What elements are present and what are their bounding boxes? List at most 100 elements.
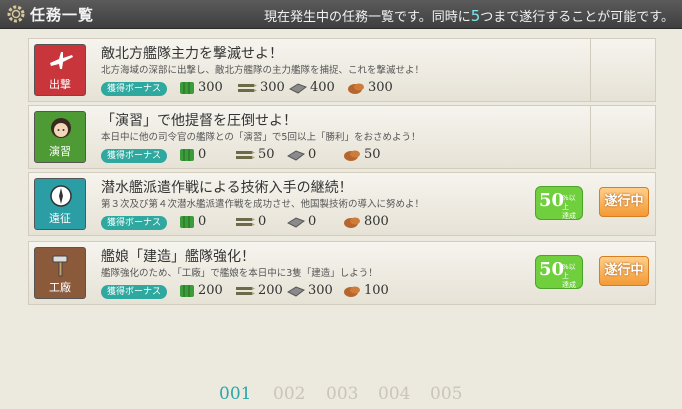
header-bar: 任務一覧 現在発生中の任務一覧です。同時に5つまで遂行することが可能です。	[0, 0, 682, 29]
quest-limit-note: 現在発生中の任務一覧です。同時に5つまで遂行することが可能です。	[264, 6, 674, 25]
ammo-value: 0	[258, 214, 267, 229]
quest-status-panel	[591, 173, 655, 235]
quest-description: 第３次及び第４次潜水艦派遣作戦を成功させ、他国製技術の導入に努めよ！	[101, 199, 425, 210]
steel-value: 0	[308, 147, 317, 162]
progress-caption-line2: 達成	[562, 281, 576, 289]
bauxite-reward: 50	[343, 147, 381, 162]
fuel-value: 200	[198, 283, 223, 298]
fuel-reward: 0	[179, 147, 206, 162]
hammer-icon	[52, 255, 68, 277]
progress-caption: %以上 達成	[562, 263, 582, 290]
category-exercise: 演習	[34, 111, 86, 163]
steel-reward: 0	[287, 147, 316, 162]
bauxite-icon	[344, 286, 360, 297]
quest-limit-count: 5	[470, 7, 481, 25]
steel-icon	[287, 216, 305, 228]
steel-icon	[289, 82, 307, 94]
progress-caption-line1: %以上	[562, 263, 576, 280]
progress-caption: %以上 達成	[562, 194, 582, 221]
category-arsenal: 工廠	[34, 247, 86, 299]
fuel-reward: 200	[179, 283, 223, 298]
ammo-reward: 200	[235, 283, 283, 298]
steel-reward: 0	[287, 214, 316, 229]
quest-title: 潜水艦派遣作戦による技術入手の継続！	[101, 180, 353, 196]
bauxite-value: 50	[364, 147, 381, 162]
ammo-reward: 50	[235, 147, 275, 162]
fuel-icon	[180, 284, 194, 297]
category-sortie: 出撃	[34, 44, 86, 96]
quest-status-panel	[591, 242, 655, 304]
plane-icon	[50, 52, 73, 69]
bauxite-value: 100	[364, 283, 389, 298]
page-title: 任務一覧	[30, 6, 95, 24]
steel-reward: 300	[287, 283, 333, 298]
fuel-value: 300	[198, 80, 223, 95]
bauxite-reward: 100	[343, 283, 389, 298]
bauxite-reward: 300	[347, 80, 393, 95]
compass-icon	[50, 185, 72, 207]
steel-reward: 400	[289, 80, 335, 95]
bauxite-reward: 800	[343, 214, 389, 229]
quest-status-panel	[590, 106, 655, 168]
exercise-girl-icon	[51, 118, 71, 138]
quest-description: 艦隊強化のため、「工廠」で艦娘を本日中に3隻「建造」しよう！	[101, 268, 378, 279]
fuel-icon	[180, 81, 194, 94]
fuel-icon	[180, 215, 194, 228]
fuel-value: 0	[198, 214, 207, 229]
progress-50-badge: 50 %以上 達成	[535, 186, 583, 220]
steel-value: 0	[308, 214, 317, 229]
fuel-reward: 300	[179, 80, 223, 95]
progress-caption-line1: %以上	[562, 194, 576, 211]
category-label: 工廠	[49, 281, 71, 294]
bauxite-icon	[344, 217, 360, 228]
progress-number: 50	[539, 190, 565, 211]
page-002[interactable]: 002	[273, 384, 305, 404]
ammo-reward: 300	[237, 80, 285, 95]
fuel-reward: 0	[179, 214, 206, 229]
page-001[interactable]: 001	[219, 384, 251, 404]
bonus-label: 獲得ボーナス	[101, 216, 168, 230]
progress-50-badge: 50 %以上 達成	[535, 255, 583, 289]
quest-status-panel	[590, 39, 655, 101]
quest-title: 艦娘「建造」艦隊強化！	[101, 249, 255, 265]
progress-number: 50	[539, 259, 565, 280]
steel-icon	[287, 285, 305, 297]
quest-description: 本日中に他の司令官の艦隊との「演習」で5回以上「勝利」をおさめよう！	[101, 132, 421, 143]
ammo-value: 200	[258, 283, 283, 298]
ammo-icon	[236, 217, 255, 226]
bonus-label: 獲得ボーナス	[101, 285, 168, 299]
ammo-value: 50	[258, 147, 275, 162]
bauxite-icon	[344, 150, 360, 161]
bauxite-value: 800	[364, 214, 389, 229]
steel-value: 300	[308, 283, 333, 298]
page-003[interactable]: 003	[326, 384, 358, 404]
bauxite-icon	[348, 83, 364, 94]
category-label: 演習	[49, 145, 71, 158]
ammo-icon	[236, 286, 255, 295]
note-text-pre: 現在発生中の任務一覧です。同時に	[264, 10, 471, 25]
category-label: 遠征	[49, 212, 71, 225]
note-text-post: つまで遂行することが可能です。	[480, 10, 674, 25]
progress-caption-line2: 達成	[562, 212, 576, 220]
quest-title: 「演習」で他提督を圧倒せよ！	[101, 113, 297, 129]
quest-row[interactable]: 工廠 艦娘「建造」艦隊強化！ 艦隊強化のため、「工廠」で艦娘を本日中に3隻「建造…	[28, 241, 656, 305]
page-004[interactable]: 004	[378, 384, 410, 404]
quest-row[interactable]: 出撃 敵北方艦隊主力を撃滅せよ！ 北方海域の深部に出撃し、敵北方艦隊の主力艦隊を…	[28, 38, 656, 102]
fuel-value: 0	[198, 147, 207, 162]
quest-description: 北方海域の深部に出撃し、敵北方艦隊の主力艦隊を捕捉、これを撃滅せよ！	[101, 65, 425, 76]
bonus-label: 獲得ボーナス	[101, 82, 168, 96]
quest-row[interactable]: 演習 「演習」で他提督を圧倒せよ！ 本日中に他の司令官の艦隊との「演習」で5回以…	[28, 105, 656, 169]
steel-value: 400	[310, 80, 335, 95]
bauxite-value: 300	[368, 80, 393, 95]
category-label: 出撃	[49, 78, 71, 91]
ammo-icon	[236, 150, 255, 159]
page-005[interactable]: 005	[430, 384, 462, 404]
quest-row[interactable]: 遠征 潜水艦派遣作戦による技術入手の継続！ 第３次及び第４次潜水艦派遣作戦を成功…	[28, 172, 656, 236]
quest-title: 敵北方艦隊主力を撃滅せよ！	[101, 46, 283, 62]
gear-icon	[7, 5, 25, 23]
steel-icon	[287, 149, 305, 161]
bonus-label: 獲得ボーナス	[101, 149, 168, 163]
ammo-value: 300	[260, 80, 285, 95]
ammo-reward: 0	[235, 214, 266, 229]
fuel-icon	[180, 148, 194, 161]
